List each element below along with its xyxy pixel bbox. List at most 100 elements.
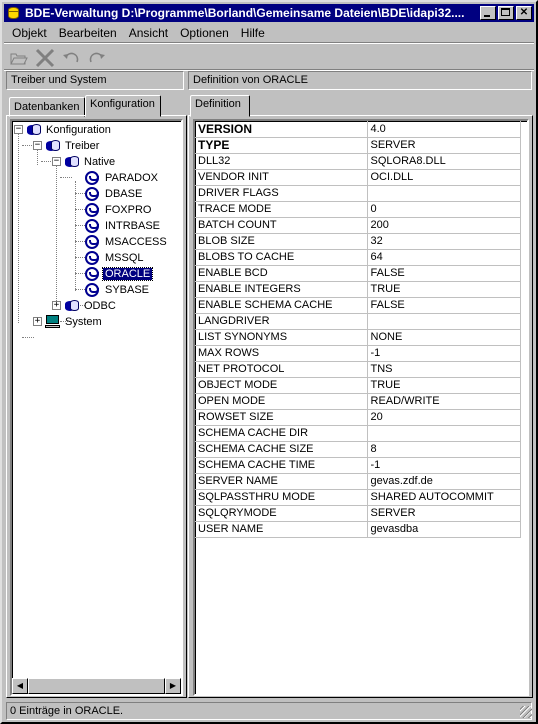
redo-icon[interactable] [84, 47, 110, 69]
scroll-right-icon[interactable]: ▶ [165, 678, 181, 694]
close-button[interactable]: ✕ [516, 6, 532, 20]
definition-value[interactable]: 64 [367, 249, 521, 266]
definition-value[interactable]: TNS [367, 361, 521, 378]
definition-value[interactable]: -1 [367, 457, 521, 474]
definition-value[interactable]: OCI.DLL [367, 169, 521, 186]
definition-row[interactable]: DRIVER FLAGS [195, 185, 521, 202]
collapse-native-icon[interactable]: − [52, 157, 61, 166]
title-bar[interactable]: BDE-Verwaltung D:\Programme\Borland\Geme… [4, 4, 534, 22]
tab-definition[interactable]: Definition [190, 95, 250, 117]
maximize-button[interactable] [498, 6, 514, 20]
definition-row[interactable]: SCHEMA CACHE SIZE 8 [195, 441, 521, 458]
tree-node-sybase[interactable]: SYBASE [85, 282, 151, 298]
definition-row[interactable]: ENABLE INTEGERS TRUE [195, 281, 521, 298]
definition-row[interactable]: SCHEMA CACHE DIR [195, 425, 521, 442]
definition-key: TRACE MODE [195, 201, 368, 218]
driver-icon [85, 171, 99, 185]
definition-value[interactable]: NONE [367, 329, 521, 346]
definition-row[interactable]: TRACE MODE 0 [195, 201, 521, 218]
tree-horizontal-scrollbar[interactable]: ◀ ▶ [12, 678, 181, 694]
delete-icon[interactable] [32, 47, 58, 69]
definition-row[interactable]: MAX ROWS -1 [195, 345, 521, 362]
tab-datenbanken[interactable]: Datenbanken [9, 97, 85, 117]
tree-node-intrbase[interactable]: INTRBASE [85, 218, 162, 234]
tab-konfiguration[interactable]: Konfiguration [85, 95, 161, 117]
definition-value[interactable]: -1 [367, 345, 521, 362]
open-icon[interactable] [6, 47, 32, 69]
definition-value[interactable]: 4.0 [367, 121, 521, 138]
definition-row[interactable]: BLOB SIZE 32 [195, 233, 521, 250]
definition-row[interactable]: TYPE SERVER [195, 137, 521, 154]
expand-odbc-icon[interactable]: + [52, 301, 61, 310]
definition-value[interactable]: 20 [367, 409, 521, 426]
definition-row[interactable]: ENABLE BCD FALSE [195, 265, 521, 282]
definition-row[interactable]: BATCH COUNT 200 [195, 217, 521, 234]
menu-hilfe[interactable]: Hilfe [235, 24, 271, 42]
menu-bearbeiten[interactable]: Bearbeiten [53, 24, 123, 42]
definition-row[interactable]: SCHEMA CACHE TIME -1 [195, 457, 521, 474]
tree-node-odbc[interactable]: ODBC [64, 298, 118, 314]
definition-value[interactable]: SHARED AUTOCOMMIT [367, 489, 521, 506]
definition-value[interactable] [367, 185, 521, 202]
menu-ansicht[interactable]: Ansicht [123, 24, 174, 42]
collapse-konfiguration-icon[interactable]: − [14, 125, 23, 134]
definition-value[interactable]: 200 [367, 217, 521, 234]
definition-value[interactable]: 32 [367, 233, 521, 250]
definition-row[interactable]: DLL32 SQLORA8.DLL [195, 153, 521, 170]
tree-node-konfiguration[interactable]: Konfiguration [26, 122, 113, 138]
definition-value[interactable]: SERVER [367, 505, 521, 522]
definition-value[interactable] [367, 313, 521, 330]
definition-row[interactable]: SQLPASSTHRU MODE SHARED AUTOCOMMIT [195, 489, 521, 506]
collapse-treiber-icon[interactable]: − [33, 141, 42, 150]
tree-view[interactable]: − Konfiguration − Treiber − Native PARAD… [10, 119, 183, 696]
tree-node-system[interactable]: System [45, 314, 104, 330]
expand-system-icon[interactable]: + [33, 317, 42, 326]
definition-value[interactable]: TRUE [367, 281, 521, 298]
definition-value[interactable]: TRUE [367, 377, 521, 394]
definition-value[interactable]: FALSE [367, 265, 521, 282]
undo-icon[interactable] [58, 47, 84, 69]
definition-row[interactable]: ENABLE SCHEMA CACHE FALSE [195, 297, 521, 314]
definition-row[interactable]: USER NAME gevasdba [195, 521, 521, 538]
definition-value[interactable]: gevas.zdf.de [367, 473, 521, 490]
menu-separator [4, 42, 534, 44]
definition-row[interactable]: NET PROTOCOL TNS [195, 361, 521, 378]
definition-value[interactable]: gevasdba [367, 521, 521, 538]
definition-key: LANGDRIVER [195, 313, 368, 330]
definition-value[interactable]: READ/WRITE [367, 393, 521, 410]
tree-node-msaccess[interactable]: MSACCESS [85, 234, 169, 250]
definition-value[interactable]: SERVER [367, 137, 521, 154]
definition-row[interactable]: VENDOR INIT OCI.DLL [195, 169, 521, 186]
definition-row[interactable]: LIST SYNONYMS NONE [195, 329, 521, 346]
menu-optionen[interactable]: Optionen [174, 24, 235, 42]
definition-value[interactable] [367, 425, 521, 442]
driver-icon [85, 203, 99, 217]
definition-row[interactable]: BLOBS TO CACHE 64 [195, 249, 521, 266]
definition-row[interactable]: SQLQRYMODE SERVER [195, 505, 521, 522]
tree-node-oracle[interactable]: ORACLE [85, 266, 154, 282]
definition-value[interactable]: FALSE [367, 297, 521, 314]
minimize-button[interactable] [480, 6, 496, 20]
tree-node-native[interactable]: Native [64, 154, 117, 170]
menu-objekt[interactable]: Objekt [6, 24, 53, 42]
tree-node-mssql[interactable]: MSSQL [85, 250, 146, 266]
scroll-left-icon[interactable]: ◀ [12, 678, 28, 694]
definition-key: BLOB SIZE [195, 233, 368, 250]
definition-key: BATCH COUNT [195, 217, 368, 234]
scroll-thumb[interactable] [28, 678, 165, 694]
tree-node-dbase[interactable]: DBASE [85, 186, 144, 202]
definition-row[interactable]: ROWSET SIZE 20 [195, 409, 521, 426]
tree-node-treiber[interactable]: Treiber [45, 138, 101, 154]
definition-row[interactable]: VERSION 4.0 [195, 121, 521, 138]
tree-node-foxpro[interactable]: FOXPRO [85, 202, 153, 218]
definition-value[interactable]: SQLORA8.DLL [367, 153, 521, 170]
definition-row[interactable]: LANGDRIVER [195, 313, 521, 330]
definition-value[interactable]: 8 [367, 441, 521, 458]
resize-grip-icon[interactable] [520, 706, 532, 718]
definition-row[interactable]: OBJECT MODE TRUE [195, 377, 521, 394]
definition-row[interactable]: OPEN MODE READ/WRITE [195, 393, 521, 410]
definition-value[interactable]: 0 [367, 201, 521, 218]
definition-row[interactable]: SERVER NAME gevas.zdf.de [195, 473, 521, 490]
computer-icon [45, 315, 61, 329]
tree-node-paradox[interactable]: PARADOX [85, 170, 160, 186]
